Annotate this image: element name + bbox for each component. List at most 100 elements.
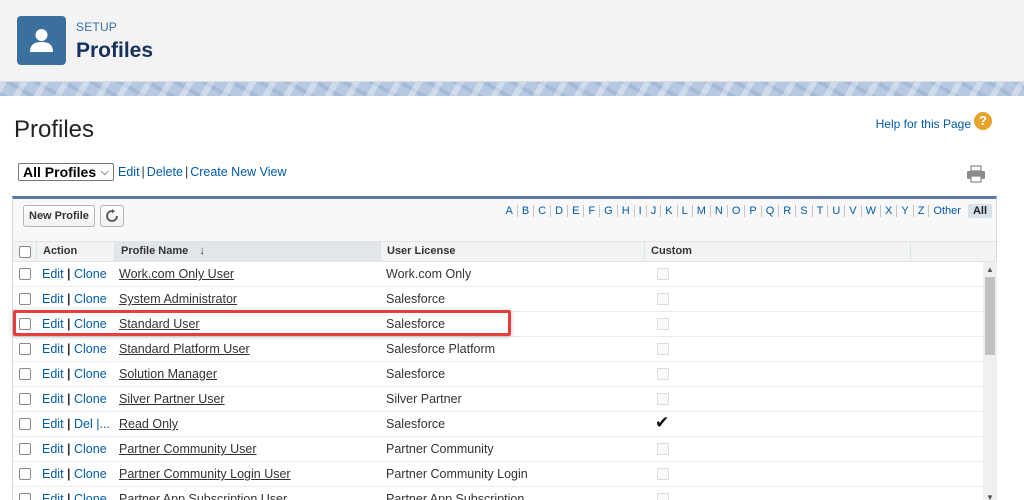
row-secondary-action-link[interactable]: Del |... xyxy=(74,417,110,431)
row-edit-link[interactable]: Edit xyxy=(42,342,64,356)
row-checkbox[interactable] xyxy=(19,468,31,480)
row-edit-link[interactable]: Edit xyxy=(42,267,64,281)
profile-name-link[interactable]: Read Only xyxy=(119,417,178,431)
action-separator: | xyxy=(63,442,74,456)
view-selector[interactable]: All Profiles ⌵ xyxy=(18,163,114,181)
alpha-filter-x[interactable]: X xyxy=(881,205,898,217)
alpha-filter-u[interactable]: U xyxy=(828,205,846,217)
alpha-filter-b[interactable]: B xyxy=(518,205,535,217)
row-secondary-action-link[interactable]: Clone xyxy=(74,342,107,356)
new-profile-button[interactable]: New Profile xyxy=(23,205,95,227)
row-checkbox[interactable] xyxy=(19,318,31,330)
scroll-down-icon[interactable]: ▼ xyxy=(986,493,994,500)
profile-name-link[interactable]: Silver Partner User xyxy=(119,392,225,406)
help-icon[interactable]: ? xyxy=(974,112,992,130)
edit-view-link[interactable]: Edit xyxy=(118,165,140,179)
alpha-filter-other[interactable]: Other xyxy=(929,205,965,217)
row-actions: Edit | Clone xyxy=(42,342,107,356)
row-secondary-action-link[interactable]: Clone xyxy=(74,442,107,456)
alpha-filter-l[interactable]: L xyxy=(678,205,693,217)
profile-name-link[interactable]: Standard User xyxy=(119,317,200,331)
profile-name-link[interactable]: Partner Community Login User xyxy=(119,467,291,481)
alpha-filter-all[interactable]: All xyxy=(967,204,992,218)
scroll-up-icon[interactable]: ▲ xyxy=(986,265,994,274)
row-secondary-action-link[interactable]: Clone xyxy=(74,267,107,281)
alpha-filter-g[interactable]: G xyxy=(600,205,618,217)
alpha-filter-e[interactable]: E xyxy=(568,205,585,217)
row-secondary-action-link[interactable]: Clone xyxy=(74,467,107,481)
row-edit-link[interactable]: Edit xyxy=(42,367,64,381)
row-checkbox[interactable] xyxy=(19,493,31,500)
row-checkbox[interactable] xyxy=(19,443,31,455)
row-checkbox[interactable] xyxy=(19,293,31,305)
table-header: Action Profile Name ↓ User License Custo… xyxy=(13,241,996,262)
profile-name-link[interactable]: Partner App Subscription User xyxy=(119,492,287,500)
profile-name-link[interactable]: System Administrator xyxy=(119,292,237,306)
row-checkbox[interactable] xyxy=(19,268,31,280)
create-view-link[interactable]: Create New View xyxy=(190,165,286,179)
row-edit-link[interactable]: Edit xyxy=(42,292,64,306)
alpha-filter-t[interactable]: T xyxy=(813,205,829,217)
alphabet-filter: A B C D E F G H I J K L M N O P Q R S T U V W X Y Z Other All xyxy=(501,204,992,218)
delete-view-link[interactable]: Delete xyxy=(147,165,183,179)
profile-name-link[interactable]: Standard Platform User xyxy=(119,342,250,356)
alpha-filter-a[interactable]: A xyxy=(501,205,518,217)
row-edit-link[interactable]: Edit xyxy=(42,417,64,431)
row-edit-link[interactable]: Edit xyxy=(42,467,64,481)
profile-name-link[interactable]: Solution Manager xyxy=(119,367,217,381)
row-checkbox[interactable] xyxy=(19,393,31,405)
alpha-filter-v[interactable]: V xyxy=(845,205,862,217)
column-custom[interactable]: Custom xyxy=(645,242,911,262)
row-actions: Edit | Clone xyxy=(42,492,107,500)
action-separator: | xyxy=(63,292,74,306)
alpha-filter-o[interactable]: O xyxy=(728,205,746,217)
alpha-filter-f[interactable]: F xyxy=(584,205,601,217)
alpha-filter-r[interactable]: R xyxy=(779,205,797,217)
action-separator: | xyxy=(63,492,74,500)
column-profile-name[interactable]: Profile Name ↓ xyxy=(115,242,381,262)
row-secondary-action-link[interactable]: Clone xyxy=(74,367,107,381)
select-all-checkbox[interactable] xyxy=(19,246,31,258)
profile-name-link[interactable]: Work.com Only User xyxy=(119,267,234,281)
alpha-filter-z[interactable]: Z xyxy=(914,205,930,217)
row-checkbox[interactable] xyxy=(19,368,31,380)
alpha-filter-d[interactable]: D xyxy=(551,205,569,217)
alpha-filter-n[interactable]: N xyxy=(711,205,728,217)
row-edit-link[interactable]: Edit xyxy=(42,392,64,406)
user-license-value: Work.com Only xyxy=(386,267,472,281)
profile-name-link[interactable]: Partner Community User xyxy=(119,442,257,456)
table-row: Edit | Clone System Administrator Salesfor… xyxy=(13,287,983,312)
table-row: Edit | Clone Silver Partner User Silver Pa… xyxy=(13,387,983,412)
user-license-value: Salesforce Platform xyxy=(386,342,496,356)
row-actions: Edit | Clone xyxy=(42,442,107,456)
table-scrollbar[interactable]: ▲ ▼ xyxy=(983,262,997,500)
row-edit-link[interactable]: Edit xyxy=(42,442,64,456)
printer-icon[interactable] xyxy=(966,165,986,188)
alpha-filter-h[interactable]: H xyxy=(618,205,635,217)
alpha-filter-c[interactable]: C xyxy=(534,205,552,217)
row-secondary-action-link[interactable]: Clone xyxy=(74,392,107,406)
checkmark-icon: ✔ xyxy=(655,413,670,432)
row-secondary-action-link[interactable]: Clone xyxy=(74,292,107,306)
column-user-license[interactable]: User License xyxy=(381,242,645,262)
alpha-filter-i[interactable]: I xyxy=(635,205,647,217)
row-edit-link[interactable]: Edit xyxy=(42,492,64,500)
alpha-filter-k[interactable]: K xyxy=(661,205,678,217)
alpha-filter-j[interactable]: J xyxy=(647,205,662,217)
custom-checkbox xyxy=(657,493,669,500)
alpha-filter-y[interactable]: Y xyxy=(897,205,914,217)
scroll-thumb[interactable] xyxy=(985,277,995,355)
alpha-filter-s[interactable]: S xyxy=(796,205,813,217)
alpha-filter-w[interactable]: W xyxy=(862,205,881,217)
row-edit-link[interactable]: Edit xyxy=(42,317,64,331)
refresh-button[interactable] xyxy=(100,205,124,227)
help-link[interactable]: Help for this Page xyxy=(876,117,971,131)
user-license-value: Salesforce xyxy=(386,417,446,431)
row-checkbox[interactable] xyxy=(19,418,31,430)
alpha-filter-q[interactable]: Q xyxy=(762,205,780,217)
row-secondary-action-link[interactable]: Clone xyxy=(74,492,107,500)
row-secondary-action-link[interactable]: Clone xyxy=(74,317,107,331)
alpha-filter-p[interactable]: P xyxy=(745,205,762,217)
alpha-filter-m[interactable]: M xyxy=(693,205,711,217)
row-checkbox[interactable] xyxy=(19,343,31,355)
